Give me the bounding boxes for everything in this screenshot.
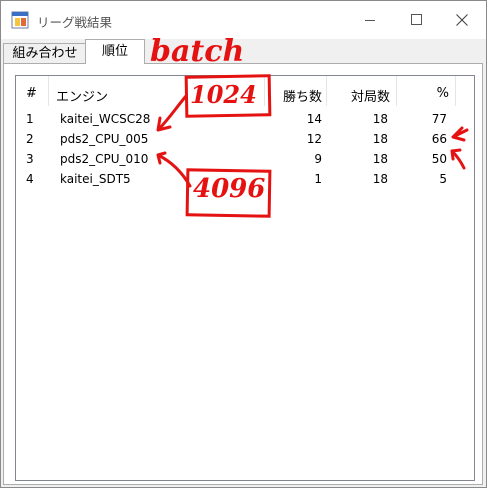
tab-ranking[interactable]: 順位 [85, 39, 145, 64]
arrow-4096-to-row3-icon [156, 151, 192, 188]
annotation-arrows [156, 94, 469, 188]
arrow-row2-percent-icon [451, 126, 469, 142]
arrow-row3-percent-icon [450, 148, 466, 170]
arrow-1024-to-row1-icon [156, 94, 188, 132]
